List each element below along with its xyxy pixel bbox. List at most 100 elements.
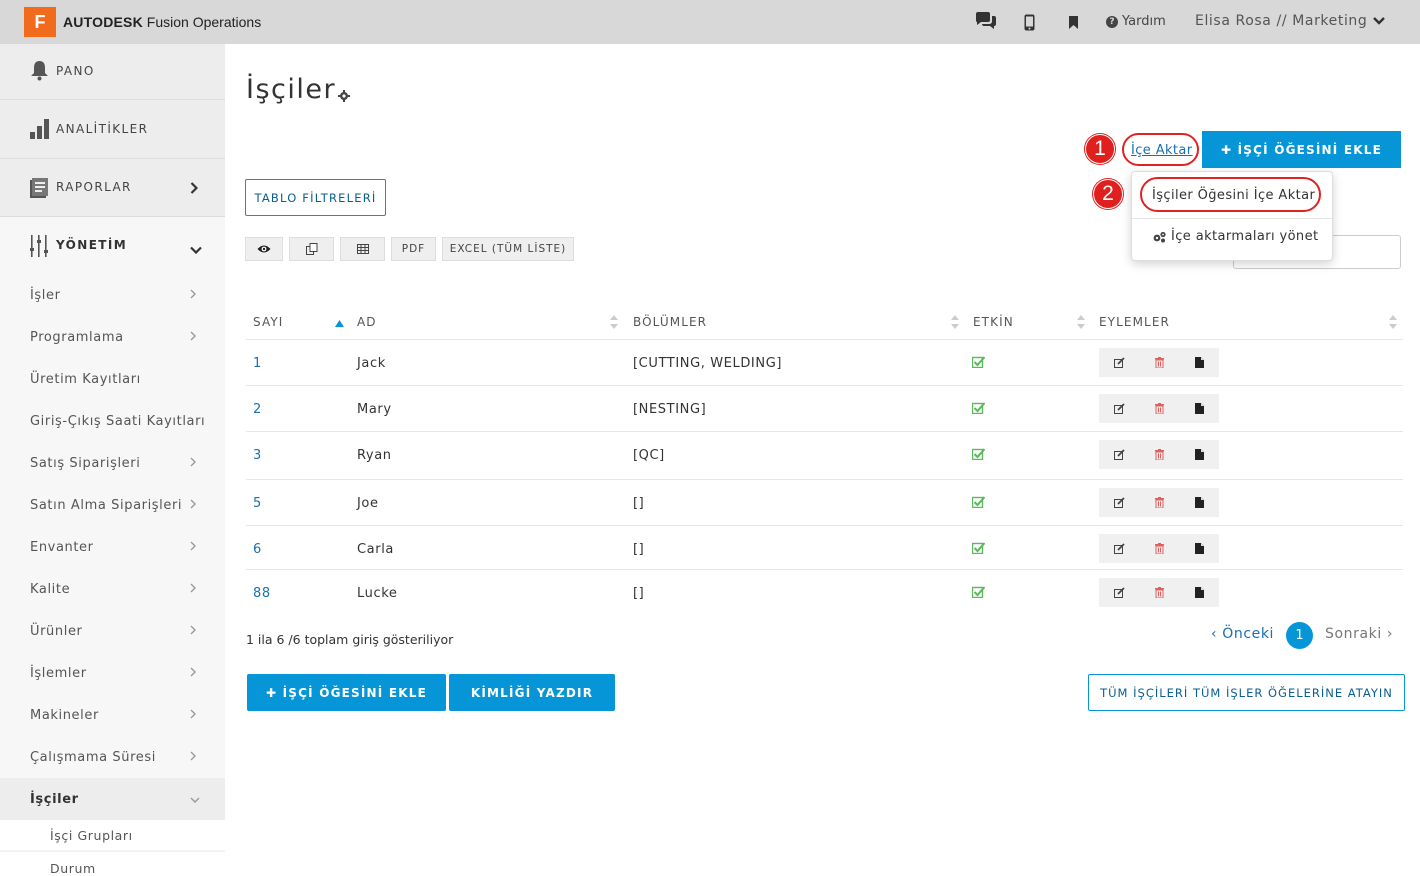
chevron-down-icon[interactable] bbox=[1372, 15, 1386, 30]
active-check-icon bbox=[971, 586, 986, 602]
document-icon[interactable] bbox=[1179, 440, 1219, 469]
pagination-page[interactable]: 1 bbox=[1286, 622, 1313, 649]
sidebar-item-label: Envanter bbox=[30, 539, 94, 555]
document-icon[interactable] bbox=[1179, 394, 1219, 423]
sidebar-item-workers[interactable]: İşçiler bbox=[0, 778, 225, 820]
copy-icon bbox=[305, 243, 318, 255]
report-icon bbox=[30, 178, 48, 202]
document-icon[interactable] bbox=[1179, 578, 1219, 607]
delete-icon[interactable] bbox=[1139, 440, 1179, 469]
bookmark-icon[interactable] bbox=[1068, 16, 1079, 33]
document-icon[interactable] bbox=[1179, 488, 1219, 517]
document-icon[interactable] bbox=[1179, 348, 1219, 377]
sidebar-item-label: Kalite bbox=[30, 581, 71, 597]
print-id-button[interactable]: KİMLİĞİ YAZDIR bbox=[449, 674, 615, 711]
annotation-marker-2: 2 bbox=[1093, 179, 1123, 209]
edit-icon[interactable] bbox=[1099, 488, 1139, 517]
sort-icon[interactable] bbox=[1077, 315, 1085, 333]
worker-id-link[interactable]: 6 bbox=[253, 542, 262, 557]
worker-id-link[interactable]: 88 bbox=[253, 586, 271, 601]
import-link[interactable]: İçe Aktar bbox=[1131, 143, 1193, 158]
add-worker-button[interactable]: ✚ İŞÇİ ÖĞESİNİ EKLE bbox=[1202, 131, 1401, 168]
delete-icon[interactable] bbox=[1139, 534, 1179, 563]
chevron-right-icon bbox=[190, 582, 196, 597]
help-link[interactable]: ? Yardım bbox=[1106, 14, 1166, 29]
sort-icon[interactable] bbox=[1389, 315, 1397, 333]
worker-departments: [QC] bbox=[633, 448, 665, 463]
annotation-marker-1: 1 bbox=[1085, 134, 1115, 164]
sort-icon[interactable] bbox=[610, 315, 618, 333]
sidebar-item-downtime[interactable]: Çalışmama Süresi bbox=[0, 736, 225, 778]
column-header-departments[interactable]: BÖLÜMLER bbox=[633, 315, 707, 329]
sliders-icon bbox=[30, 235, 48, 261]
sidebar-item-management[interactable]: YÖNETİM bbox=[0, 217, 225, 275]
worker-name: Lucke bbox=[357, 586, 398, 601]
sidebar-item-sales-orders[interactable]: Satış Siparişleri bbox=[0, 442, 225, 484]
delete-icon[interactable] bbox=[1139, 394, 1179, 423]
pagination-next[interactable]: Sonraki › bbox=[1325, 626, 1393, 642]
chat-icon[interactable] bbox=[974, 11, 998, 35]
page-title: İşçiler bbox=[246, 74, 337, 105]
sort-icon[interactable] bbox=[951, 315, 959, 333]
worker-id-link[interactable]: 2 bbox=[253, 402, 262, 417]
table-filters-button[interactable]: TABLO FİLTRELERİ bbox=[245, 179, 386, 216]
sidebar-item-label: Ürünler bbox=[30, 623, 83, 639]
sidebar-item-operations[interactable]: İşlemler bbox=[0, 652, 225, 694]
edit-icon[interactable] bbox=[1099, 348, 1139, 377]
row-actions bbox=[1099, 394, 1219, 423]
excel-button[interactable]: EXCEL (TÜM LİSTE) bbox=[442, 237, 574, 261]
document-icon[interactable] bbox=[1179, 534, 1219, 563]
delete-icon[interactable] bbox=[1139, 348, 1179, 377]
copy-button[interactable] bbox=[289, 237, 334, 261]
annotation-highlight bbox=[1140, 177, 1321, 212]
table-info: 1 ila 6 /6 toplam giriş gösteriliyor bbox=[246, 632, 454, 647]
chevron-down-icon bbox=[190, 792, 200, 807]
pagination-previous[interactable]: ‹ Önceki bbox=[1211, 626, 1274, 642]
sidebar-item-analytics[interactable]: ANALİTİKLER bbox=[0, 100, 225, 158]
sidebar-item-status[interactable]: Durum bbox=[0, 852, 225, 876]
sidebar-item-production-records[interactable]: Üretim Kayıtları bbox=[0, 358, 225, 400]
worker-id-link[interactable]: 5 bbox=[253, 496, 262, 511]
sidebar-item-label: İşçi Grupları bbox=[50, 827, 133, 843]
sidebar-item-reports[interactable]: RAPORLAR bbox=[0, 159, 225, 216]
column-header-actions: EYLEMLER bbox=[1099, 315, 1170, 329]
sidebar-item-products[interactable]: Ürünler bbox=[0, 610, 225, 652]
pdf-button[interactable]: PDF bbox=[391, 237, 436, 261]
assign-all-workers-button[interactable]: TÜM İŞÇİLERİ TÜM İŞLER ÖĞELERİNE ATAYIN bbox=[1088, 674, 1405, 711]
sidebar-item-clock-records[interactable]: Giriş-Çıkış Saati Kayıtları bbox=[0, 400, 225, 442]
delete-icon[interactable] bbox=[1139, 488, 1179, 517]
sidebar-item-quality[interactable]: Kalite bbox=[0, 568, 225, 610]
worker-id-link[interactable]: 3 bbox=[253, 448, 262, 463]
edit-icon[interactable] bbox=[1099, 578, 1139, 607]
column-header-name[interactable]: AD bbox=[357, 315, 377, 329]
sidebar-item-dashboard[interactable]: PANO bbox=[0, 44, 225, 99]
sidebar-item-machines[interactable]: Makineler bbox=[0, 694, 225, 736]
active-check-icon bbox=[971, 402, 986, 418]
sidebar-item-label: Makineler bbox=[30, 707, 99, 723]
chevron-right-icon bbox=[190, 750, 196, 765]
column-header-number[interactable]: SAYI bbox=[253, 315, 283, 329]
user-menu[interactable]: Elisa Rosa // Marketing bbox=[1195, 13, 1367, 29]
add-worker-bottom-button[interactable]: ✚ İŞÇİ ÖĞESİNİ EKLE bbox=[247, 674, 446, 711]
worker-departments: [CUTTING, WELDING] bbox=[633, 356, 783, 371]
sidebar-item-jobs[interactable]: İşler bbox=[0, 274, 225, 316]
csv-button[interactable] bbox=[340, 237, 385, 261]
delete-icon[interactable] bbox=[1139, 578, 1179, 607]
gear-icon[interactable] bbox=[338, 90, 350, 106]
column-header-active[interactable]: ETKİN bbox=[973, 315, 1014, 329]
chevron-right-icon bbox=[190, 624, 196, 639]
worker-id-link[interactable]: 1 bbox=[253, 356, 262, 371]
edit-icon[interactable] bbox=[1099, 534, 1139, 563]
sidebar-item-purchase-orders[interactable]: Satın Alma Siparişleri bbox=[0, 484, 225, 526]
brand[interactable]: F AUTODESK Fusion Operations bbox=[24, 7, 261, 37]
column-visibility-button[interactable] bbox=[245, 237, 283, 261]
manage-imports-menu-item[interactable]: İçe aktarmaları yönet bbox=[1152, 229, 1318, 244]
sort-asc-icon[interactable] bbox=[335, 316, 344, 331]
edit-icon[interactable] bbox=[1099, 440, 1139, 469]
sidebar-item-inventory[interactable]: Envanter bbox=[0, 526, 225, 568]
sidebar-item-worker-groups[interactable]: İşçi Grupları bbox=[0, 820, 225, 850]
edit-icon[interactable] bbox=[1099, 394, 1139, 423]
row-actions bbox=[1099, 488, 1219, 517]
mobile-icon[interactable] bbox=[1024, 14, 1035, 35]
sidebar-item-scheduling[interactable]: Programlama bbox=[0, 316, 225, 358]
